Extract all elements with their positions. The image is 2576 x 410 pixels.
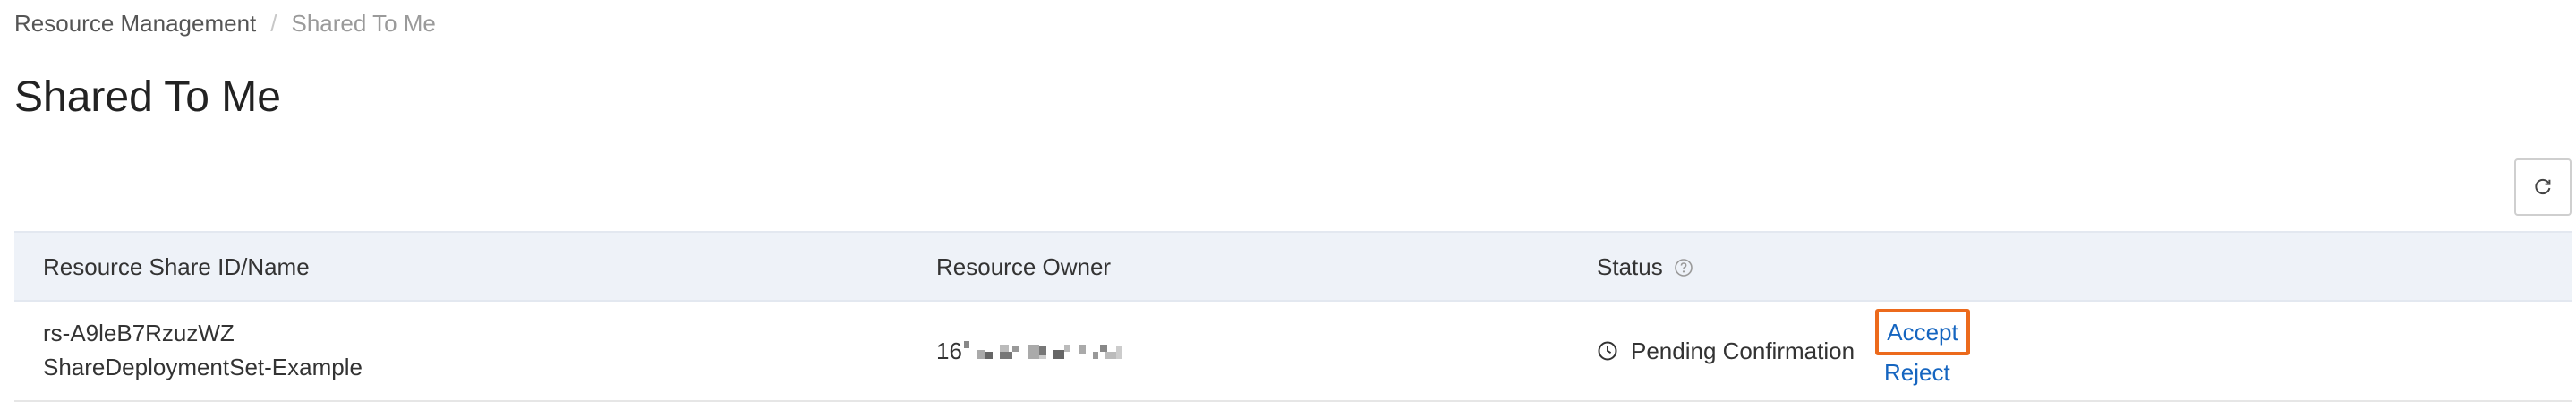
accept-highlight: Accept (1875, 309, 1970, 355)
breadcrumb: Resource Management / Shared To Me (14, 9, 436, 38)
breadcrumb-resource-management[interactable]: Resource Management (14, 9, 256, 38)
page-title: Shared To Me (14, 73, 281, 121)
clock-icon (1597, 340, 1618, 362)
status-text: Pending Confirmation (1631, 337, 1855, 364)
question-circle-icon[interactable] (1674, 258, 1693, 278)
accept-link[interactable]: Accept (1887, 317, 1958, 347)
column-header-owner: Resource Owner (936, 253, 1112, 280)
resource-share-table: Resource Share ID/Name Resource Owner St… (14, 231, 2572, 402)
breadcrumb-separator: / (270, 10, 277, 37)
table-row: rs-A9leB7RzuzWZ ShareDeploymentSet-Examp… (14, 302, 2572, 402)
breadcrumb-current: Shared To Me (291, 10, 436, 37)
share-id-cell: rs-A9leB7RzuzWZ ShareDeploymentSet-Examp… (43, 316, 363, 384)
shared-to-me-page: Resource Management / Shared To Me Share… (0, 0, 2576, 410)
share-name: ShareDeploymentSet-Example (43, 354, 363, 380)
table-header: Resource Share ID/Name Resource Owner St… (14, 231, 2572, 302)
refresh-icon (2533, 177, 2553, 197)
refresh-button[interactable] (2514, 158, 2572, 216)
column-header-status-label: Status (1597, 253, 1663, 280)
owner-id-masked (963, 339, 1179, 363)
column-header-status: Status (1597, 233, 1693, 302)
share-id: rs-A9leB7RzuzWZ (43, 320, 235, 346)
column-header-share-id: Resource Share ID/Name (43, 253, 310, 280)
reject-link[interactable]: Reject (1884, 357, 1950, 388)
owner-id-visible: 16 (936, 337, 962, 364)
owner-cell: 16 (936, 302, 1179, 400)
status-cell: Pending Confirmation (1597, 302, 1855, 400)
